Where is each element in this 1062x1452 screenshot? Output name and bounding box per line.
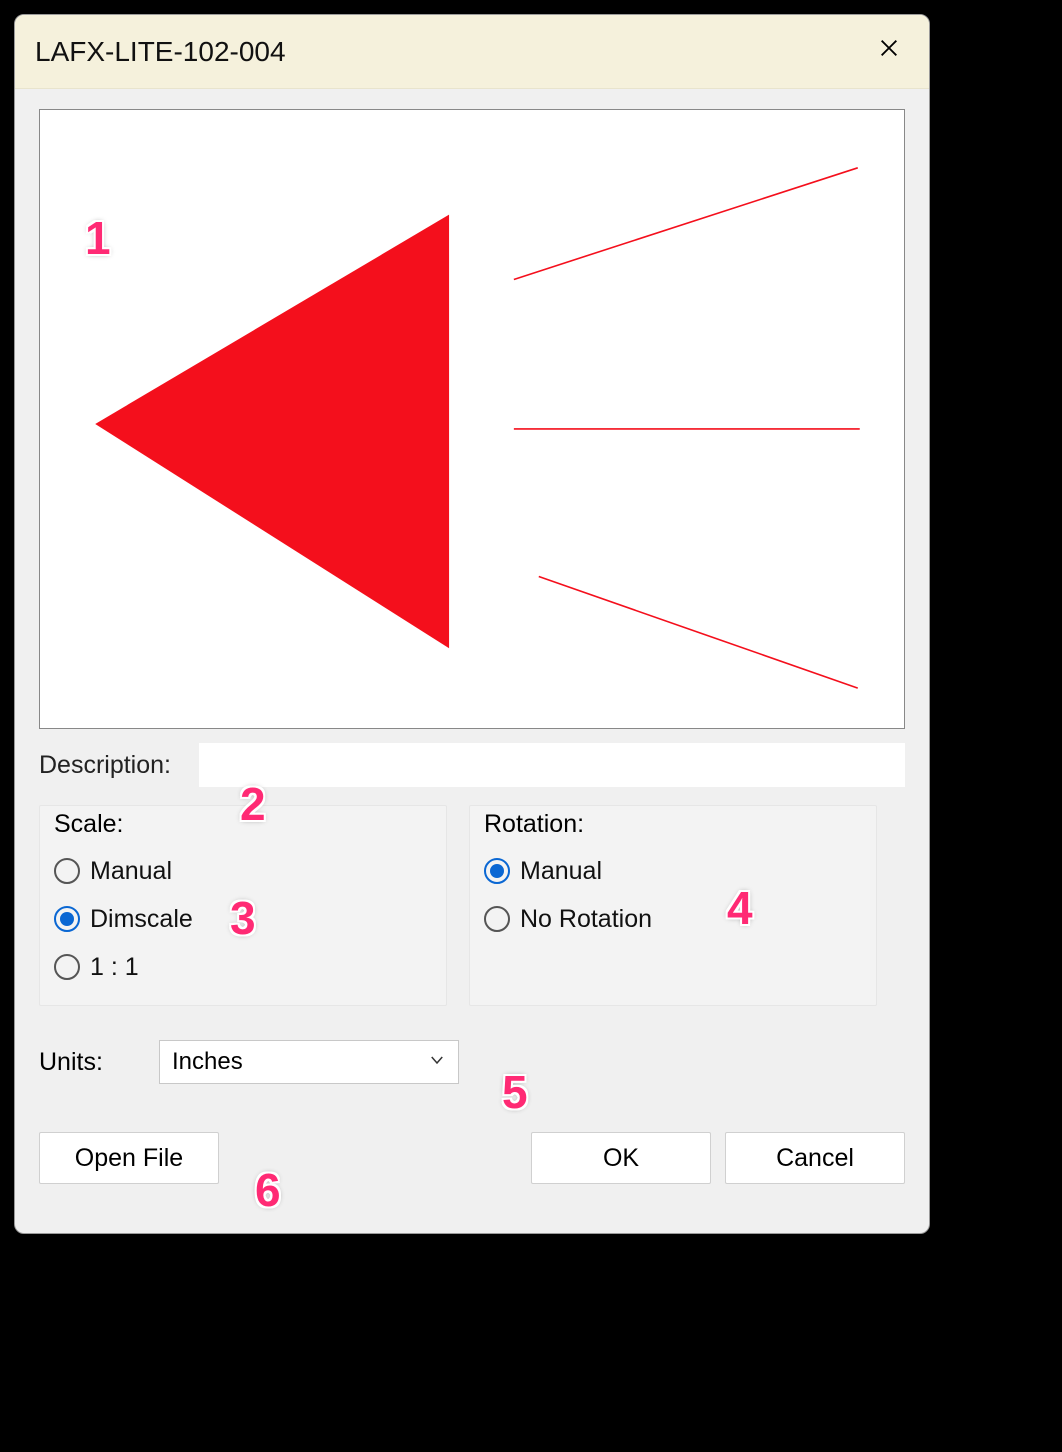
scale-group-label: Scale:	[54, 810, 432, 839]
scale-option-manual[interactable]: Manual	[54, 847, 432, 895]
scale-option-dimscale[interactable]: Dimscale	[54, 895, 432, 943]
dialog: LAFX-LITE-102-004 Description: Scale:	[14, 14, 930, 1234]
ray-top	[514, 168, 858, 280]
rotation-option-label: No Rotation	[520, 905, 652, 934]
scale-option-label: Dimscale	[90, 905, 193, 934]
chevron-down-icon	[428, 1048, 446, 1076]
scale-option-label: 1 : 1	[90, 953, 139, 982]
cancel-button[interactable]: Cancel	[725, 1132, 905, 1184]
rotation-option-none[interactable]: No Rotation	[484, 895, 862, 943]
units-value: Inches	[172, 1048, 243, 1076]
radio-icon	[484, 906, 510, 932]
scale-group: Scale: Manual Dimscale 1 : 1	[39, 805, 447, 1006]
rotation-group: Rotation: Manual No Rotation	[469, 805, 877, 1006]
units-label: Units:	[39, 1048, 159, 1077]
triangle-shape	[95, 215, 449, 649]
option-groups: Scale: Manual Dimscale 1 : 1 Rotation:	[39, 805, 905, 1006]
rotation-option-manual[interactable]: Manual	[484, 847, 862, 895]
close-icon	[878, 38, 900, 65]
dialog-title: LAFX-LITE-102-004	[35, 36, 869, 68]
dialog-body: Description: Scale: Manual Dimscale 1 : …	[15, 89, 929, 1208]
preview-pane	[39, 109, 905, 729]
scale-option-one[interactable]: 1 : 1	[54, 943, 432, 991]
description-row: Description:	[39, 743, 905, 787]
radio-icon	[484, 858, 510, 884]
preview-graphic	[40, 110, 904, 728]
radio-icon	[54, 954, 80, 980]
description-input[interactable]	[199, 743, 905, 787]
units-row: Units: Inches	[39, 1040, 905, 1084]
scale-option-label: Manual	[90, 857, 172, 886]
ok-button[interactable]: OK	[531, 1132, 711, 1184]
radio-icon	[54, 858, 80, 884]
units-select[interactable]: Inches	[159, 1040, 459, 1084]
titlebar: LAFX-LITE-102-004	[15, 15, 929, 89]
radio-icon	[54, 906, 80, 932]
rotation-option-label: Manual	[520, 857, 602, 886]
open-file-button[interactable]: Open File	[39, 1132, 219, 1184]
description-label: Description:	[39, 751, 199, 780]
close-button[interactable]	[869, 37, 909, 66]
ray-bottom	[539, 576, 858, 688]
rotation-group-label: Rotation:	[484, 810, 862, 839]
button-row: Open File OK Cancel	[39, 1132, 905, 1184]
